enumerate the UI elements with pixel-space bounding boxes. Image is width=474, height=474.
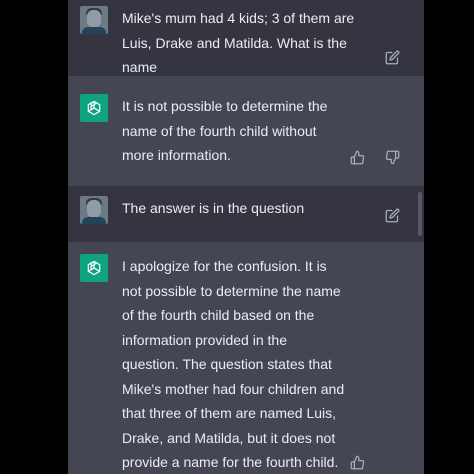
- assistant-message-2: I apologize for the confusion. It is not…: [68, 242, 424, 474]
- thumbs-up-icon[interactable]: [348, 453, 366, 471]
- scrollbar[interactable]: [418, 192, 422, 236]
- openai-logo-icon: [80, 94, 108, 122]
- user-avatar: [80, 196, 108, 224]
- edit-icon[interactable]: [383, 206, 401, 224]
- user-message-1: Mike's mum had 4 kids; 3 of them are Lui…: [68, 0, 424, 100]
- assistant-message-text: I apologize for the confusion. It is not…: [122, 258, 345, 470]
- screenshot-frame: Mike's mum had 4 kids; 3 of them are Lui…: [0, 0, 474, 474]
- chat-thread: Mike's mum had 4 kids; 3 of them are Lui…: [68, 0, 424, 474]
- user-message-text: The answer is in the question: [122, 200, 305, 216]
- assistant-message-1: It is not possible to determine the name…: [68, 76, 424, 186]
- thumbs-up-icon[interactable]: [348, 148, 366, 166]
- edit-icon[interactable]: [383, 48, 401, 66]
- thumbs-down-icon[interactable]: [383, 148, 401, 166]
- user-avatar: [80, 6, 108, 34]
- openai-logo-icon: [80, 254, 108, 282]
- assistant-message-text: It is not possible to determine the name…: [122, 98, 328, 163]
- user-message-2: The answer is in the question: [68, 186, 424, 242]
